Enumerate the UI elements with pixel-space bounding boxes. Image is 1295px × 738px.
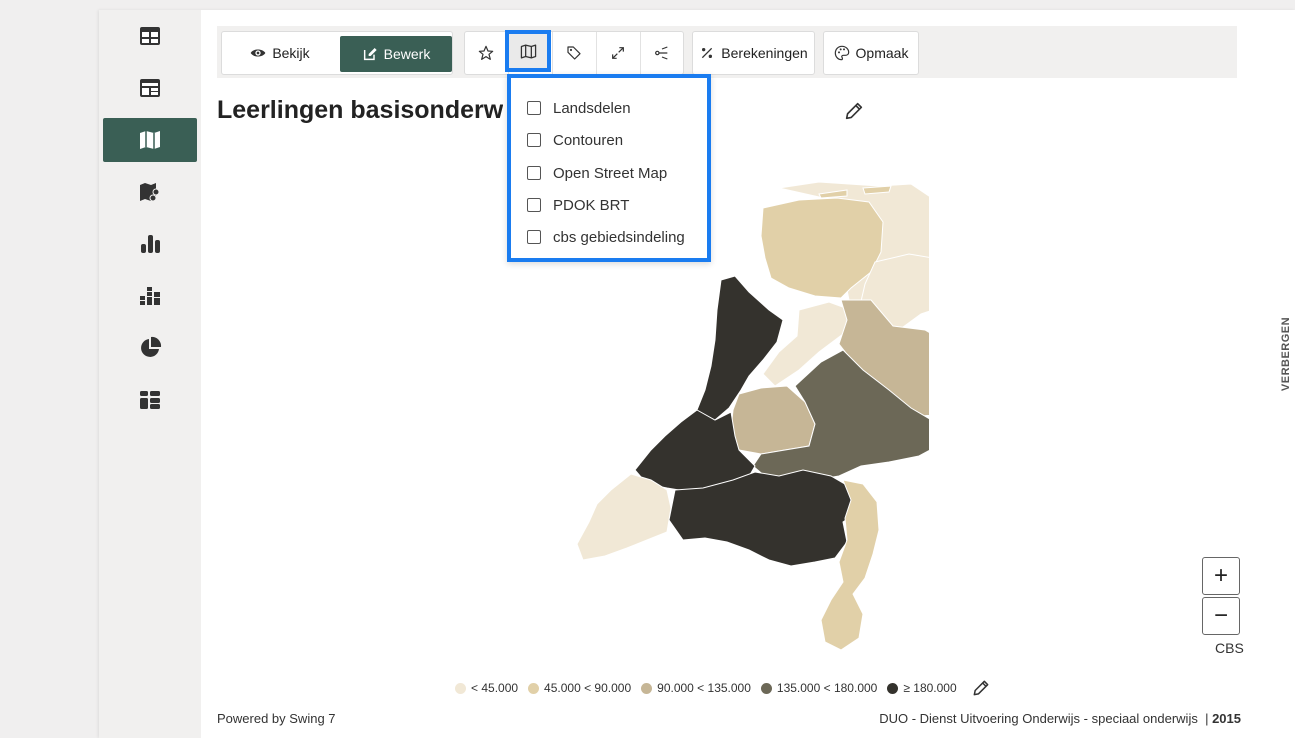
layer-label: Landsdelen [553, 99, 631, 117]
mode-toggle: Bekijk Bewerk [221, 31, 453, 75]
legend-label: < 45.000 [471, 681, 519, 695]
legend-swatch [760, 682, 772, 694]
layer-option-cbs-gebiedsindeling[interactable]: cbs gebiedsindeling [527, 224, 685, 250]
format-group: Opmaak [823, 31, 919, 75]
sidebar-item-dashboard[interactable] [103, 66, 197, 110]
layer-option-contouren[interactable]: Contouren [527, 127, 623, 153]
app-shell: Bekijk Bewerk Berekeningen Opmaak Leerli… [99, 10, 1295, 738]
star-icon [478, 45, 494, 60]
source-separator: | [1201, 711, 1209, 726]
layer-label: cbs gebiedsindeling [553, 228, 685, 246]
layer-option-pdok-brt[interactable]: PDOK BRT [527, 192, 629, 218]
legend-item: ≥ 180.000 [887, 681, 957, 695]
checkbox[interactable] [527, 166, 541, 180]
layer-option-landsdelen[interactable]: Landsdelen [527, 95, 631, 121]
resize-button[interactable] [597, 32, 639, 74]
format-label: Opmaak [855, 45, 909, 61]
eye-icon [250, 49, 266, 57]
hide-label: VERBERGEN [1280, 316, 1293, 392]
calculations-button[interactable]: Berekeningen [693, 32, 814, 74]
share-button[interactable] [641, 32, 683, 74]
format-button[interactable]: Opmaak [824, 32, 918, 74]
edit-label: Bewerk [383, 46, 431, 62]
legend-label: 135.000 < 180.000 [776, 681, 878, 695]
pencil-icon[interactable] [971, 678, 991, 698]
source-label: DUO - Dienst Uitvoering Onderwijs - spec… [879, 711, 1198, 726]
checkbox[interactable] [527, 198, 541, 212]
sidebar-item-table[interactable] [103, 14, 197, 58]
legend-label: ≥ 180.000 [903, 681, 957, 695]
view-label: Bekijk [272, 45, 310, 61]
hide-panel-button[interactable]: VERBERGEN [1277, 316, 1295, 400]
map-icon [520, 44, 537, 59]
legend-swatch [528, 682, 540, 694]
edit-icon [363, 48, 377, 61]
view-button[interactable]: Bekijk [222, 32, 338, 74]
map-layers-button[interactable] [505, 30, 551, 72]
legend-label: 90.000 < 135.000 [657, 681, 751, 695]
share-icon [655, 46, 668, 60]
pie-chart-icon [141, 336, 162, 357]
zoom-out-button[interactable]: − [1202, 597, 1240, 635]
sidebar-item-stacked-chart[interactable] [103, 274, 197, 318]
legend-item: 45.000 < 90.000 [528, 681, 631, 695]
region-zeeland[interactable] [576, 473, 672, 561]
legend-swatch [455, 682, 466, 694]
data-source: DUO - Dienst Uitvoering Onderwijs - spec… [879, 711, 1241, 726]
percent-icon [702, 47, 713, 59]
powered-by: Powered by Swing 7 [217, 711, 336, 726]
calculations-label: Berekeningen [721, 45, 808, 61]
legend-item: 135.000 < 180.000 [760, 681, 878, 695]
legend-item: < 45.000 [455, 681, 518, 695]
table-icon [140, 27, 160, 45]
legend-swatch [641, 682, 653, 694]
map-chart-icon [140, 183, 160, 202]
calculations-group: Berekeningen [692, 31, 815, 75]
checkbox[interactable] [527, 101, 541, 115]
pencil-icon[interactable] [843, 100, 865, 122]
map-attribution: CBS [1215, 640, 1244, 656]
bar-chart-icon [141, 235, 160, 253]
labels-button[interactable] [553, 32, 595, 74]
edit-button[interactable]: Bewerk [340, 36, 452, 72]
tag-icon [567, 46, 581, 60]
sidebar-item-tiles[interactable] [103, 378, 197, 422]
palette-icon [834, 45, 849, 61]
stacked-chart-icon [140, 287, 160, 305]
tiles-icon [140, 391, 160, 409]
favorite-button[interactable] [465, 32, 507, 74]
source-year: 2015 [1212, 711, 1241, 726]
layer-label: PDOK BRT [553, 196, 630, 214]
sidebar-item-bar-chart[interactable] [103, 222, 197, 266]
toolbar: Bekijk Bewerk Berekeningen Opmaak [217, 26, 1237, 78]
legend-swatch [887, 682, 899, 694]
map-icon [140, 131, 160, 149]
expand-icon [612, 47, 624, 59]
dashboard-icon [140, 79, 160, 97]
sidebar-item-map[interactable] [103, 118, 197, 162]
tool-group [464, 31, 684, 75]
sidebar-item-pie-chart[interactable] [103, 326, 197, 370]
legend-label: 45.000 < 90.000 [544, 681, 632, 695]
legend-item: 90.000 < 135.000 [641, 681, 751, 695]
sidebar-item-map-chart[interactable] [103, 170, 197, 214]
checkbox[interactable] [527, 230, 541, 244]
checkbox[interactable] [527, 133, 541, 147]
zoom-in-button[interactable]: + [1202, 557, 1240, 595]
map-legend: < 45.000 45.000 < 90.000 90.000 < 135.00… [455, 678, 991, 698]
layer-label: Open Street Map [553, 164, 668, 182]
map-layers-dropdown: Landsdelen Contouren Open Street Map PDO… [507, 74, 711, 262]
sidebar [99, 10, 201, 738]
layer-option-open-street-map[interactable]: Open Street Map [527, 160, 667, 186]
layer-label: Contouren [553, 131, 624, 149]
